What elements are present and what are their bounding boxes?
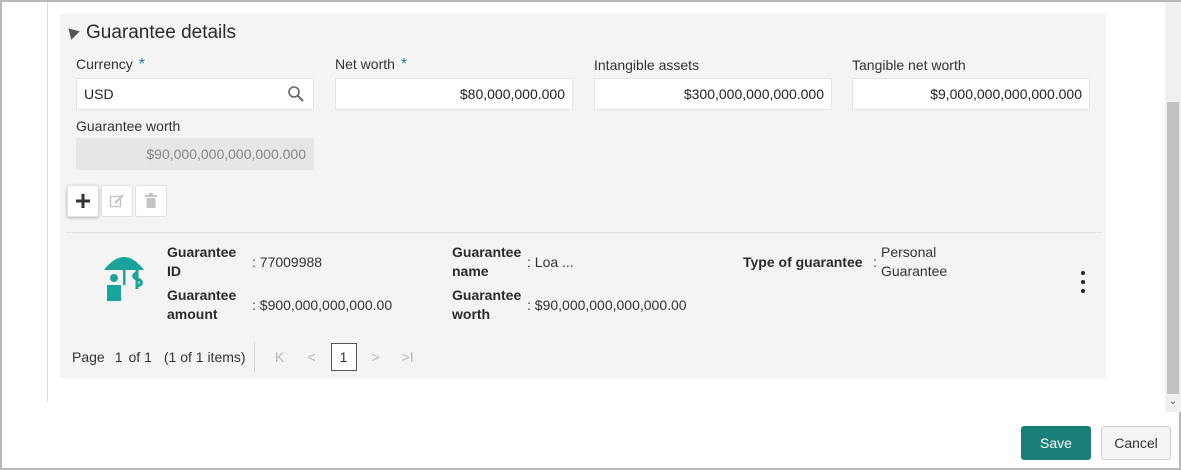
- last-page-icon[interactable]: >I: [395, 344, 421, 370]
- save-button[interactable]: Save: [1021, 426, 1091, 460]
- guarantee-worth-label: Guarantee worth: [76, 118, 181, 134]
- type-separator: :: [873, 254, 877, 270]
- tangible-net-worth-value: $9,000,000,000,000.000: [930, 86, 1082, 102]
- collapse-triangle-icon[interactable]: [64, 24, 80, 40]
- guarantee-amount-label: Guarantee amount: [167, 287, 237, 322]
- currency-label: Currency *: [76, 56, 146, 73]
- plus-icon: [76, 194, 90, 208]
- prev-page-icon[interactable]: <: [299, 344, 325, 370]
- delete-button[interactable]: [135, 185, 167, 217]
- guarantee-id-label: Guarantee ID: [167, 244, 237, 279]
- net-worth-label: Net worth *: [335, 56, 408, 73]
- net-worth-field[interactable]: $80,000,000.000: [335, 78, 573, 110]
- guarantee-amount-value: : $900,000,000,000.00: [252, 297, 393, 313]
- app-window: Guarantee details Currency * USD Net wort…: [0, 0, 1181, 470]
- vertical-scrollbar[interactable]: ⌄: [1165, 2, 1181, 412]
- add-button[interactable]: [67, 185, 99, 217]
- guarantee-id-value: : 77009988: [252, 254, 323, 270]
- type-of-guarantee-value: Personal Guarantee: [881, 244, 948, 279]
- guarantee-worth-card-value: : $90,000,000,000,000.00: [527, 297, 687, 313]
- guarantee-card[interactable]: Guarantee ID : 77009988 Guarantee name :…: [66, 232, 1102, 330]
- page-number-button[interactable]: 1: [330, 343, 357, 371]
- currency-field[interactable]: USD: [76, 78, 314, 110]
- page-label: Page: [72, 349, 105, 365]
- first-page-icon[interactable]: K: [267, 344, 293, 370]
- search-icon[interactable]: [287, 85, 305, 103]
- guarantee-details-section: Guarantee details Currency * USD Net wort…: [60, 14, 1106, 378]
- pager-divider: [253, 342, 255, 372]
- tangible-net-worth-field[interactable]: $9,000,000,000,000.000: [852, 78, 1090, 110]
- current-page: 1: [114, 349, 123, 365]
- more-options-icon[interactable]: [1078, 271, 1088, 293]
- trash-icon: [145, 193, 157, 208]
- intangible-assets-value: $300,000,000,000.000: [683, 86, 824, 102]
- section-title: Guarantee details: [86, 22, 236, 43]
- intangible-assets-field[interactable]: $300,000,000,000.000: [594, 78, 832, 110]
- type-of-guarantee-label: Type of guarantee: [743, 254, 863, 270]
- scrollbar-thumb[interactable]: [1167, 102, 1179, 394]
- required-marker: *: [400, 56, 408, 73]
- net-worth-value: $80,000,000.000: [459, 86, 565, 102]
- items-count: (1 of 1 items): [163, 349, 246, 365]
- edit-icon: [109, 194, 124, 208]
- pagination: Page 1 of 1 (1 of 1 items) K < 1 > >I: [72, 342, 427, 372]
- currency-value: USD: [84, 86, 114, 102]
- cancel-button[interactable]: Cancel: [1101, 426, 1171, 460]
- scroll-down-icon[interactable]: ⌄: [1168, 397, 1178, 407]
- guarantee-worth-card-label: Guarantee worth: [452, 287, 522, 322]
- guarantee-worth-field: $90,000,000,000,000.000: [76, 138, 314, 170]
- guarantee-name-value: : Loa ...: [527, 254, 574, 270]
- guarantee-umbrella-icon: [104, 257, 144, 301]
- edit-button[interactable]: [101, 185, 133, 217]
- intangible-assets-label: Intangible assets: [594, 57, 700, 73]
- page-total: of 1: [128, 349, 152, 365]
- guarantee-worth-value: $90,000,000,000,000.000: [146, 146, 306, 162]
- left-divider: [47, 2, 48, 402]
- section-header[interactable]: Guarantee details: [64, 22, 236, 44]
- required-marker: *: [138, 56, 146, 73]
- guarantee-name-label: Guarantee name: [452, 244, 522, 279]
- next-page-icon[interactable]: >: [363, 344, 389, 370]
- tangible-net-worth-label: Tangible net worth: [852, 57, 966, 73]
